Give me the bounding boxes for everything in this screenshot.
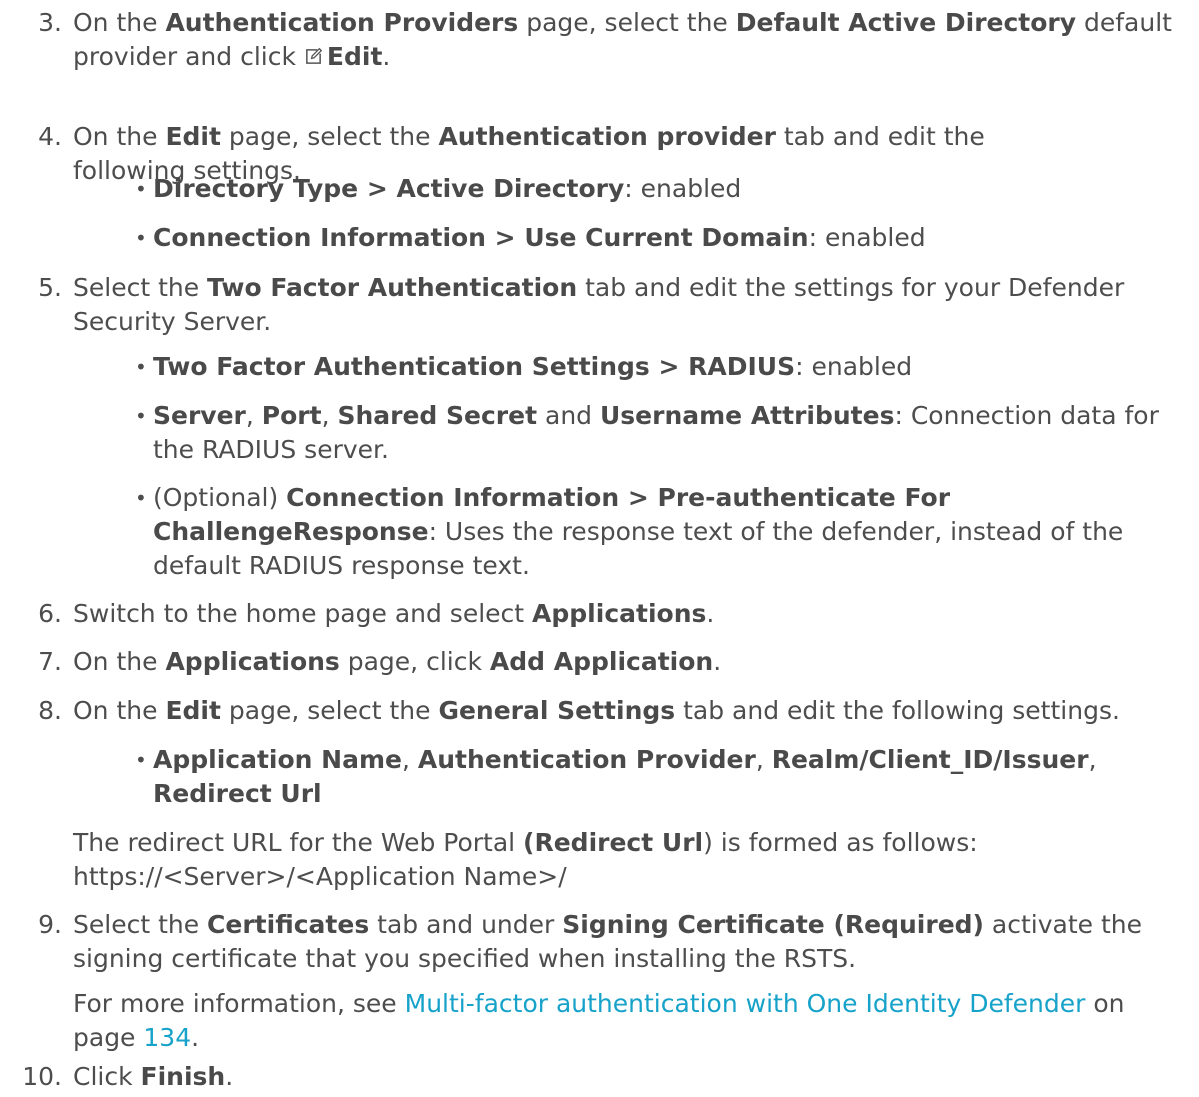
text-segment: . [713,647,722,676]
bold-term: Realm/Client_ID/Issuer [771,745,1089,774]
bold-term: Edit [165,696,221,725]
text-segment: . [382,42,391,71]
text-segment: On the [73,647,166,676]
bold-term: General Settings [438,696,676,725]
step-text: On the Authentication Providers page, se… [73,6,1188,74]
text-segment: page, click [339,647,490,676]
bold-term: Server [153,401,246,430]
bullet-text: Connection Information > Use Current Dom… [153,221,1183,255]
bullet-text: Application Name, Authentication Provide… [153,743,1183,811]
bold-term: Authentication provider [438,122,776,151]
text-segment: , [755,745,772,774]
bullet-text: Two Factor Authentication Settings > RAD… [153,350,1183,384]
document-page: 3. On the Authentication Providers page,… [0,0,1199,1097]
bold-term: Two Factor Authentication [207,273,578,302]
bold-term: Add Application [489,647,714,676]
bullet-text: Directory Type > Active Directory: enabl… [153,172,1183,206]
bold-term: Edit [326,42,383,71]
bold-term: Authentication Provider [417,745,756,774]
bold-term: Certificates [207,910,370,939]
edit-icon [304,41,323,64]
text-segment: : enabled [795,352,913,381]
text-segment: and [537,401,600,430]
redirect-url-note: The redirect URL for the Web Portal (Red… [73,826,1188,894]
text-segment: Click [73,1062,141,1091]
text-segment: On the [73,122,166,151]
text-segment: Select the [73,910,208,939]
text-segment: . [706,599,715,628]
bold-term: Connection Information > Use Current Dom… [153,223,809,252]
text-segment: : enabled [808,223,926,252]
text-segment: tab and under [369,910,563,939]
bold-term: Applications [165,647,340,676]
cross-reference-link[interactable]: Multi-factor authentication with One Ide… [405,989,1086,1018]
text-segment: Select the [73,273,208,302]
text-segment: , [321,401,338,430]
step-text: Select the Certificates tab and under Si… [73,908,1188,976]
bullet-text: (Optional) Connection Information > Pre-… [153,481,1183,583]
cross-reference-link[interactable]: 134 [143,1023,191,1052]
text-segment: , [401,745,418,774]
bold-term: Directory Type > Active Directory [153,174,625,203]
bold-term: (Redirect Url [523,828,704,857]
step-number: 7. [38,647,62,676]
bold-term: Shared Secret [337,401,538,430]
text-segment: tab and edit the following settings. [675,696,1120,725]
step-text: Switch to the home page and select Appli… [73,597,1188,631]
step-number: 3. [38,8,62,37]
more-info-note: For more information, see Multi-factor a… [73,987,1188,1055]
step-number: 6. [38,599,62,628]
text-segment: Switch to the home page and select [73,599,533,628]
bold-term: Redirect Url [153,779,322,808]
bold-term: Username Attributes [599,401,895,430]
bold-term: Two Factor Authentication Settings > RAD… [153,352,796,381]
bold-term: Signing Certificate (Required) [562,910,984,939]
bold-term: Authentication Providers [165,8,519,37]
step-number: 5. [38,273,62,302]
step-text: Select the Two Factor Authentication tab… [73,271,1188,339]
text-segment: . [225,1062,234,1091]
text-segment: , [1088,745,1097,774]
bold-term: Finish [140,1062,226,1091]
step-number: 9. [38,910,62,939]
text-segment: On the [73,696,166,725]
text-segment: On the [73,8,166,37]
step-text: On the Edit page, select the General Set… [73,694,1188,728]
bold-term: Port [261,401,322,430]
step-number: 10. [22,1062,62,1091]
bold-term: Application Name [153,745,402,774]
text-segment: The redirect URL for the Web Portal [73,828,524,857]
text-segment: For more information, see [73,989,405,1018]
step-number: 4. [38,122,62,151]
text-segment: : enabled [624,174,742,203]
step-text: On the Applications page, click Add Appl… [73,645,1188,679]
bold-term: Default Active Directory [735,8,1077,37]
bold-term: Edit [165,122,221,151]
text-segment: page, select the [220,122,439,151]
text-segment: page, select the [518,8,736,37]
bullet-text: Server, Port, Shared Secret and Username… [153,399,1183,467]
text-segment: (Optional) [153,483,287,512]
step-text: Click Finish. [73,1060,1188,1094]
text-segment: page, select the [220,696,439,725]
text-segment: , [245,401,262,430]
text-segment: . [191,1023,200,1052]
step-number: 8. [38,696,62,725]
bold-term: Applications [532,599,707,628]
